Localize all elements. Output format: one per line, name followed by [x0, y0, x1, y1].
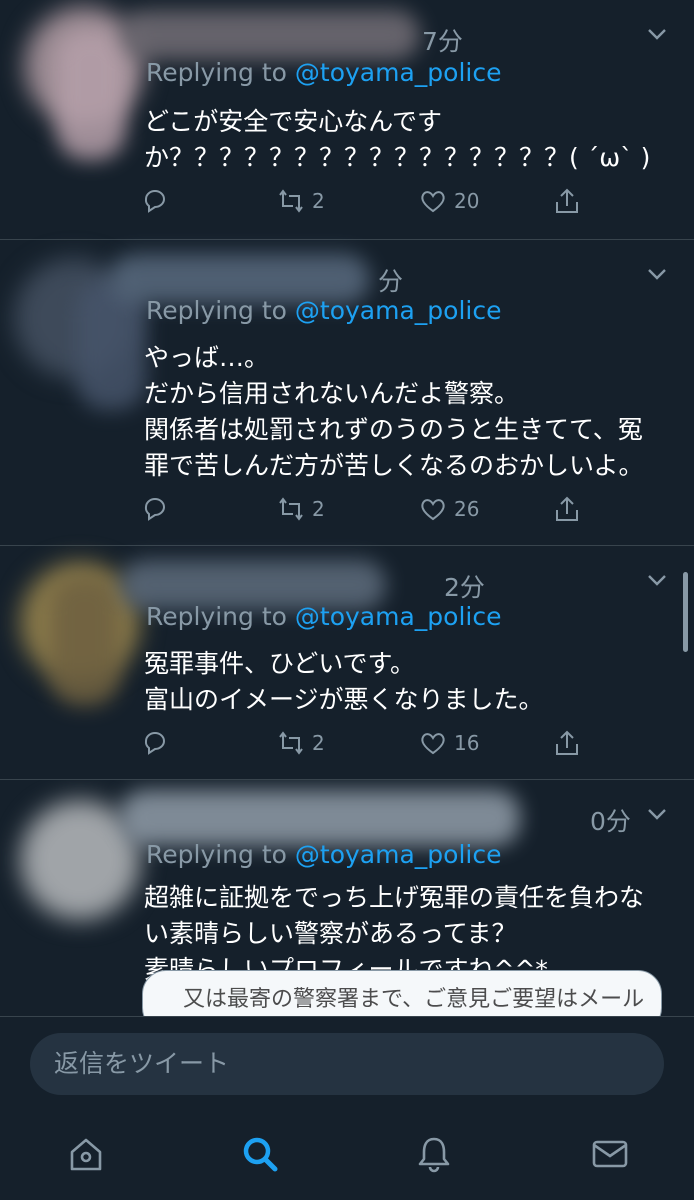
blurred-name [56, 30, 126, 160]
like-count: 20 [454, 189, 480, 213]
reply-handle-link[interactable]: @toyama_police [295, 296, 502, 325]
reply-prefix: Replying to [146, 296, 295, 325]
tab-home[interactable] [64, 1132, 108, 1176]
heart-icon [421, 733, 445, 755]
tab-messages[interactable] [588, 1132, 632, 1176]
tweet-actions: 2 20 [140, 186, 620, 222]
reply-icon [144, 190, 165, 213]
share-icon [556, 188, 578, 213]
tweet-time: 2分 [444, 573, 485, 602]
chevron-down-icon[interactable] [646, 266, 668, 282]
reply-handle-link[interactable]: @toyama_police [295, 840, 502, 869]
search-icon [243, 1137, 278, 1172]
share-button[interactable] [552, 728, 582, 758]
replying-to: Replying to @toyama_police [146, 58, 501, 87]
like-button[interactable]: 26 [418, 494, 479, 524]
tweet-1[interactable]: 7分 Replying to @toyama_police どこが安全で安心なん… [0, 0, 694, 240]
tweet-actions: 2 16 [140, 728, 620, 764]
tab-notifications[interactable] [412, 1132, 456, 1176]
home-icon [70, 1138, 102, 1171]
replying-to: Replying to @toyama_police [146, 602, 501, 631]
like-button[interactable]: 20 [418, 186, 479, 216]
chevron-down-icon[interactable] [646, 572, 668, 588]
reply-button[interactable] [140, 728, 170, 758]
retweet-count: 2 [312, 731, 325, 755]
replying-to: Replying to @toyama_police [146, 296, 501, 325]
tweet-actions: 2 26 [140, 494, 620, 530]
heart-icon [421, 191, 445, 213]
reply-composer: 返信をツイート [0, 1016, 694, 1115]
retweet-count: 2 [312, 497, 325, 521]
retweet-button[interactable]: 2 [276, 186, 325, 216]
retweet-icon [279, 731, 303, 755]
retweet-button[interactable]: 2 [276, 494, 325, 524]
like-count: 26 [454, 497, 480, 521]
blurred-name [120, 10, 420, 60]
reply-handle-link[interactable]: @toyama_police [295, 58, 502, 87]
reply-button[interactable] [140, 494, 170, 524]
reply-input[interactable]: 返信をツイート [30, 1033, 664, 1095]
notifications-icon [418, 1137, 450, 1173]
tweet-2[interactable]: 分 Replying to @toyama_police やっば…。 だから信用… [0, 240, 694, 546]
bottom-tab-bar [0, 1114, 694, 1200]
blurred-name [120, 790, 520, 846]
tweet-3[interactable]: 2分 Replying to @toyama_police 冤罪事件、ひどいです… [0, 546, 694, 780]
chevron-down-icon[interactable] [646, 26, 668, 42]
tweet-time: 7分 [422, 27, 463, 56]
reply-prefix: Replying to [146, 602, 295, 631]
tweet-text: やっば…。 だから信用されないんだよ警察。 関係者は処罰されずのうのうと生きてて… [144, 343, 644, 480]
tweet-time: 0分 [590, 807, 631, 836]
share-button[interactable] [552, 186, 582, 216]
retweet-count: 2 [312, 189, 325, 213]
share-icon [556, 730, 578, 755]
tweet-4[interactable]: 0分 Replying to @toyama_police 超雑に証拠をでっち上… [0, 780, 694, 1016]
link-card[interactable]: 又は最寄の警察署まで、ご意見ご要望はメール [142, 970, 662, 1016]
reply-prefix: Replying to [146, 58, 295, 87]
reply-icon [144, 732, 165, 755]
tab-search[interactable] [238, 1132, 282, 1176]
tweet-time: 分 [378, 267, 404, 296]
retweet-icon [279, 497, 303, 521]
card-text: 又は最寄の警察署まで、ご意見ご要望はメール [183, 987, 645, 1012]
reply-icon [144, 498, 165, 521]
retweet-button[interactable]: 2 [276, 728, 325, 758]
chevron-down-icon[interactable] [646, 806, 668, 822]
share-button[interactable] [552, 494, 582, 524]
reply-prefix: Replying to [146, 840, 295, 869]
reply-button[interactable] [140, 186, 170, 216]
tweet-text: 冤罪事件、ひどいです。 富山のイメージが悪くなりました。 [144, 649, 544, 714]
share-icon [556, 496, 578, 521]
tweet-text: どこが安全で安心なんです か？？？？？？？？？？？？？？？？( ´ω` ) [144, 107, 651, 172]
blurred-name [50, 576, 120, 706]
scrollbar[interactable] [683, 572, 688, 652]
replying-to: Replying to @toyama_police [146, 840, 501, 869]
retweet-icon [279, 189, 303, 213]
like-button[interactable]: 16 [418, 728, 479, 758]
messages-icon [592, 1140, 628, 1168]
heart-icon [421, 499, 445, 521]
reply-handle-link[interactable]: @toyama_police [295, 602, 502, 631]
like-count: 16 [454, 731, 480, 755]
